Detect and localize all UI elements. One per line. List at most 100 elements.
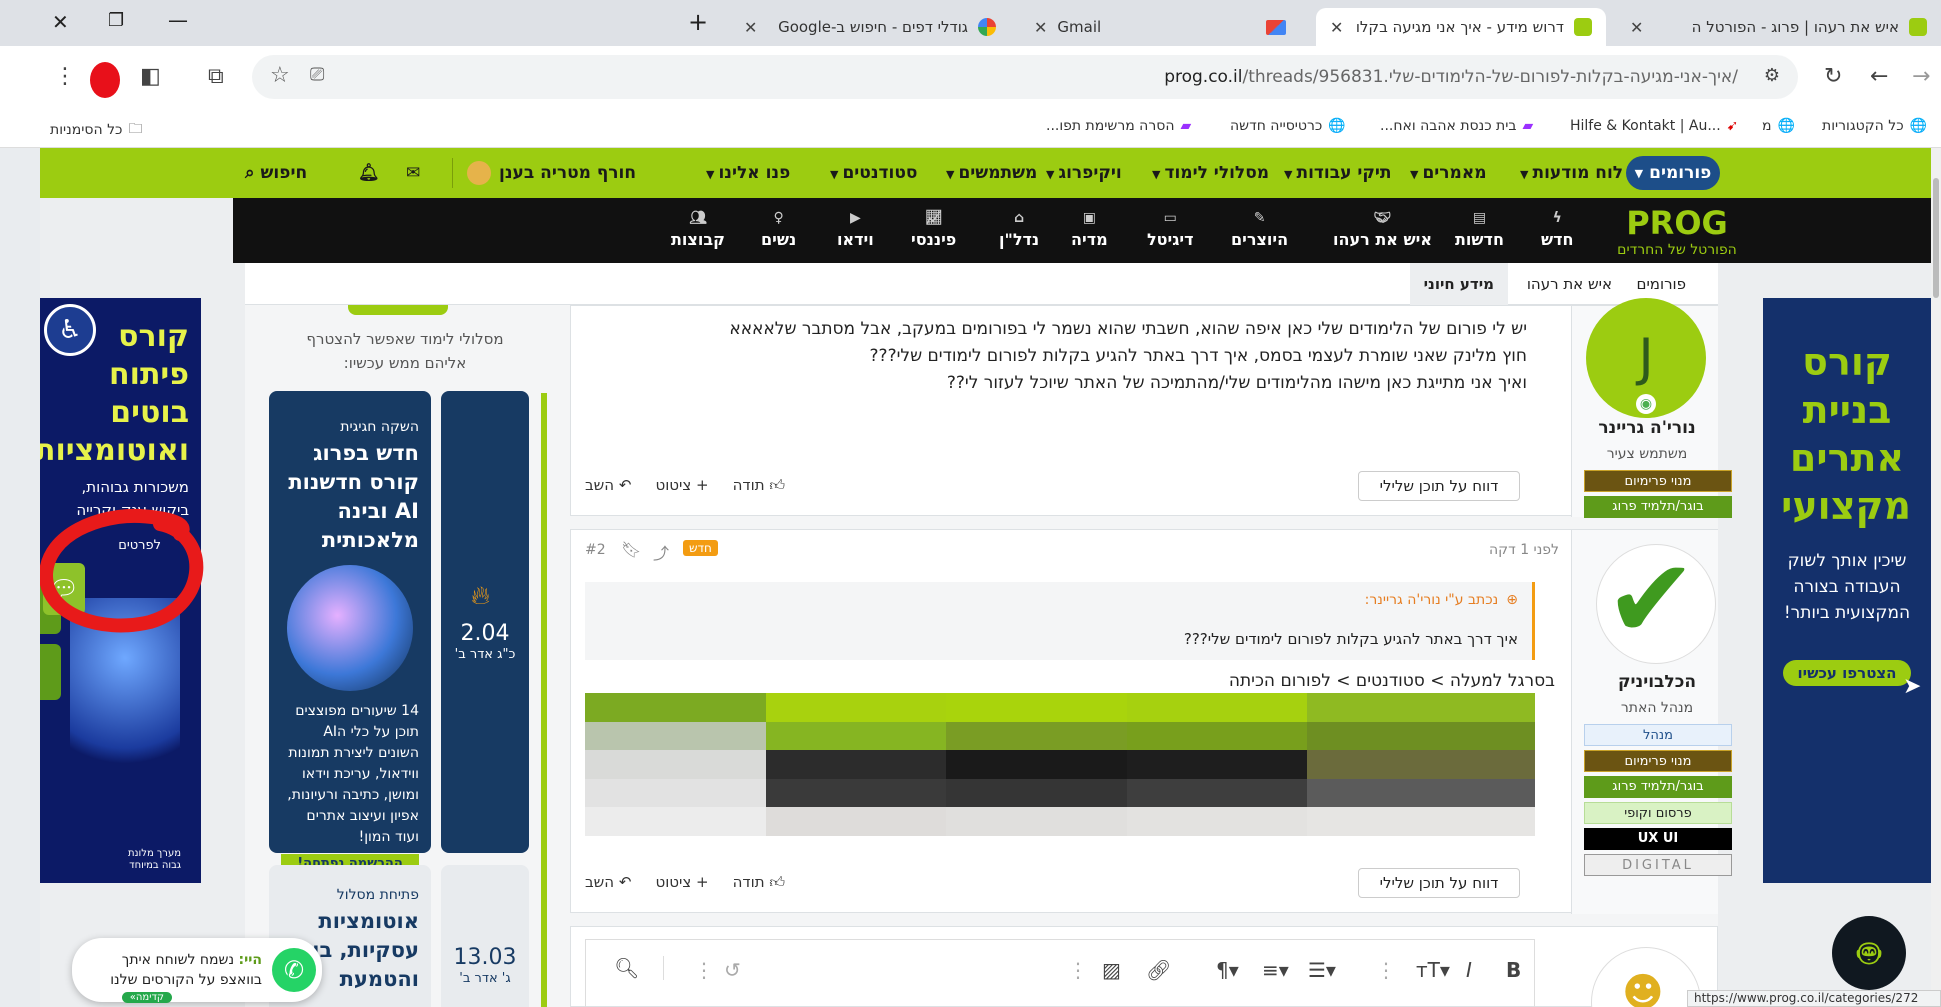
reply-button[interactable]: השב ↶ bbox=[585, 873, 631, 892]
minimize-window-icon[interactable]: — bbox=[168, 8, 188, 32]
ad-banner-right[interactable]: קורס בניית אתרים מקצועי שיכין אותך לשוק … bbox=[1763, 298, 1931, 883]
bold-icon[interactable]: B bbox=[1506, 958, 1521, 982]
breadcrumb-forums[interactable]: פורומים bbox=[1636, 275, 1686, 293]
bell-icon[interactable]: 🔔︎ bbox=[358, 163, 380, 183]
whatsapp-tag[interactable]: קדימה» bbox=[121, 992, 172, 1003]
report-button[interactable]: דווח על תוכן שלילי bbox=[1358, 868, 1520, 898]
restore-window-icon[interactable]: ❐ bbox=[108, 10, 124, 31]
avatar[interactable]: ☻ bbox=[1591, 947, 1701, 1007]
cat-news[interactable]: ▤ חדשות bbox=[1455, 210, 1504, 249]
menu-dots-icon[interactable]: ⋮ bbox=[54, 64, 76, 89]
quote-button[interactable]: ציטוט + bbox=[655, 873, 708, 892]
share-icon[interactable]: ⤴ bbox=[653, 540, 669, 564]
page-scrollbar[interactable] bbox=[1931, 148, 1941, 1007]
text-size-icon[interactable]: тT▾ bbox=[1416, 958, 1450, 982]
side-panel-icon[interactable]: ◧ bbox=[140, 64, 161, 89]
bookmark-all-bookmarks[interactable]: 🗀 כל הסימניות bbox=[50, 118, 142, 142]
link-icon[interactable]: 🔗︎ bbox=[1146, 958, 1171, 982]
nav-classifieds[interactable]: לוח מודעות▼ bbox=[1520, 163, 1623, 183]
breadcrumb-community[interactable]: איש את רעהו bbox=[1527, 275, 1612, 293]
paragraph-icon[interactable]: ¶▾ bbox=[1216, 958, 1239, 982]
cat-video[interactable]: ▶ וידאו bbox=[837, 210, 874, 249]
cat-finance[interactable]: 📈︎ פיננסי bbox=[911, 210, 956, 249]
whatsapp-icon[interactable]: ✆ bbox=[272, 948, 316, 992]
url-text[interactable]: prog.co.il/threads/956831.איך-אני-מגיעה-… bbox=[1164, 67, 1738, 87]
more-options-icon[interactable]: ⋮ bbox=[1376, 958, 1396, 982]
like-button[interactable]: תודה 👍︎ bbox=[733, 873, 785, 892]
more-options-icon[interactable]: ⋮ bbox=[694, 958, 714, 982]
bookmark-item[interactable]: ▰ הסרה מרשימת תפו... bbox=[1046, 118, 1191, 134]
scrollbar-thumb[interactable] bbox=[1933, 178, 1939, 298]
cat-groups[interactable]: 👥︎ קבוצות bbox=[671, 210, 725, 249]
tab-google-search[interactable]: גודלי דפים - חיפוש ב-Google ✕ bbox=[730, 8, 1010, 46]
author-name[interactable]: הכלבויניק bbox=[1582, 672, 1732, 692]
cat-digital[interactable]: ▭ דיגיטל bbox=[1147, 210, 1194, 249]
whatsapp-widget[interactable]: היי: נשמח לשוחח איתך בוואצפ על הקורסים ש… bbox=[72, 938, 322, 1003]
quote-header[interactable]: ⊕ נכתב ע"י נורי'ה גריינר: bbox=[1365, 592, 1518, 608]
list-icon[interactable]: ☰▾ bbox=[1308, 958, 1336, 982]
nav-forums[interactable]: פורומים ▼ bbox=[1626, 156, 1720, 190]
quote-button[interactable]: ציטוט + bbox=[655, 476, 708, 495]
address-bar[interactable]: ☆ ⎚ prog.co.il/threads/956831.איך-אני-מג… bbox=[252, 55, 1798, 99]
mail-icon[interactable]: ✉ bbox=[406, 163, 420, 183]
blurred-screenshot[interactable] bbox=[585, 693, 1535, 836]
nav-courses[interactable]: מסלולי לימוד▼ bbox=[1152, 163, 1269, 183]
nav-contact[interactable]: פנו אלינו▼ bbox=[706, 163, 790, 183]
profile-avatar[interactable] bbox=[90, 62, 120, 98]
cat-creators[interactable]: ✎ היוצרים bbox=[1231, 210, 1288, 249]
accessibility-button[interactable]: ♿︎ bbox=[44, 304, 96, 356]
extensions-icon[interactable]: ⧉ bbox=[208, 64, 224, 89]
nav-users[interactable]: משתמשים▼ bbox=[946, 163, 1037, 183]
close-tab-icon[interactable]: ✕ bbox=[744, 18, 757, 37]
more-options-icon[interactable]: ⋮ bbox=[1068, 958, 1088, 982]
post-time[interactable]: לפני 1 דקה bbox=[1489, 542, 1559, 558]
align-icon[interactable]: ≡▾ bbox=[1262, 958, 1289, 982]
close-tab-icon[interactable]: ✕ bbox=[1034, 18, 1047, 37]
nav-wiki[interactable]: ויקיפרוג▼ bbox=[1046, 163, 1122, 183]
tab-gmail[interactable]: Gmail ✕ bbox=[1020, 8, 1300, 46]
bookmark-item[interactable]: ▰ בית כנסת אהבה ואח... bbox=[1380, 118, 1533, 134]
reply-button[interactable]: השב ↶ bbox=[585, 476, 631, 495]
install-app-icon[interactable]: ⎚ bbox=[310, 64, 324, 85]
user-menu[interactable]: חורף מטריה בענן bbox=[452, 158, 636, 188]
new-tab-button[interactable]: + bbox=[688, 8, 708, 36]
forward-icon[interactable]: → bbox=[1912, 64, 1930, 89]
bookmark-icon[interactable]: 🔖︎ bbox=[621, 540, 641, 559]
back-icon[interactable]: ← bbox=[1870, 64, 1888, 89]
bookmark-item[interactable]: 🌐 כל הקטגוריות bbox=[1822, 118, 1927, 134]
image-icon[interactable]: ▨ bbox=[1102, 958, 1121, 982]
avatar[interactable]: ✔ bbox=[1596, 539, 1716, 664]
nav-students[interactable]: סטודנטים▼ bbox=[830, 163, 918, 183]
close-tab-icon[interactable]: ✕ bbox=[1330, 18, 1343, 37]
prog-logo[interactable]: PROG הפורטל של החרדים bbox=[1601, 204, 1753, 258]
close-window-icon[interactable]: ✕ bbox=[52, 10, 69, 34]
side-tab-button[interactable] bbox=[40, 644, 61, 700]
bookmark-item[interactable]: Hilfe & Kontakt | Au... ➹ bbox=[1570, 118, 1738, 134]
close-tab-icon[interactable]: ✕ bbox=[1630, 18, 1643, 37]
tab-prog-forum[interactable]: איש את רעהו | פרוג - הפורטל ה ✕ bbox=[1616, 8, 1941, 46]
breadcrumb-current[interactable]: מידע חיוני bbox=[1409, 263, 1508, 305]
chatbot-button[interactable]: 🤖︎ bbox=[1832, 916, 1906, 990]
like-button[interactable]: תודה 👍︎ bbox=[733, 476, 785, 495]
cat-realestate[interactable]: ⌂ נדל"ן bbox=[999, 210, 1039, 249]
bookmark-star-icon[interactable]: ☆ bbox=[270, 63, 290, 88]
bookmark-item[interactable]: 🌐 מ bbox=[1762, 118, 1795, 134]
report-button[interactable]: דווח על תוכן שלילי bbox=[1358, 471, 1520, 501]
site-info-icon[interactable]: ⚙ bbox=[1764, 65, 1780, 86]
cat-media[interactable]: ▣ מדיה bbox=[1071, 210, 1108, 249]
cat-new[interactable]: ϟ חדש bbox=[1541, 210, 1574, 249]
author-name[interactable]: נורי'ה גריינר bbox=[1572, 418, 1722, 438]
cat-women[interactable]: ♀ נשים bbox=[761, 210, 796, 249]
course-card[interactable]: 🔥︎ 2.04 כ"ג אדר ב' השקה חגיגית חדש בפרוג… bbox=[269, 391, 533, 873]
preview-icon[interactable]: 🔍︎ bbox=[614, 956, 665, 980]
nav-articles[interactable]: מאמרים▼ bbox=[1410, 163, 1487, 183]
undo-icon[interactable]: ↺ bbox=[724, 958, 741, 982]
nav-portfolios[interactable]: תיקי עבודות▼ bbox=[1284, 163, 1392, 183]
search-link[interactable]: חיפוש ⌕ bbox=[245, 163, 307, 183]
tab-current-thread[interactable]: דרוש מידע - איך אני מגיעה בקלו ✕ bbox=[1316, 8, 1606, 46]
reload-icon[interactable]: ↻ bbox=[1824, 64, 1842, 89]
post-number[interactable]: #2 bbox=[585, 542, 606, 558]
cat-community[interactable]: 🤝︎ איש את רעהו bbox=[1333, 210, 1432, 249]
italic-icon[interactable]: I bbox=[1466, 958, 1472, 982]
ad-cta[interactable]: הצטרפו עכשיו bbox=[1783, 660, 1911, 686]
